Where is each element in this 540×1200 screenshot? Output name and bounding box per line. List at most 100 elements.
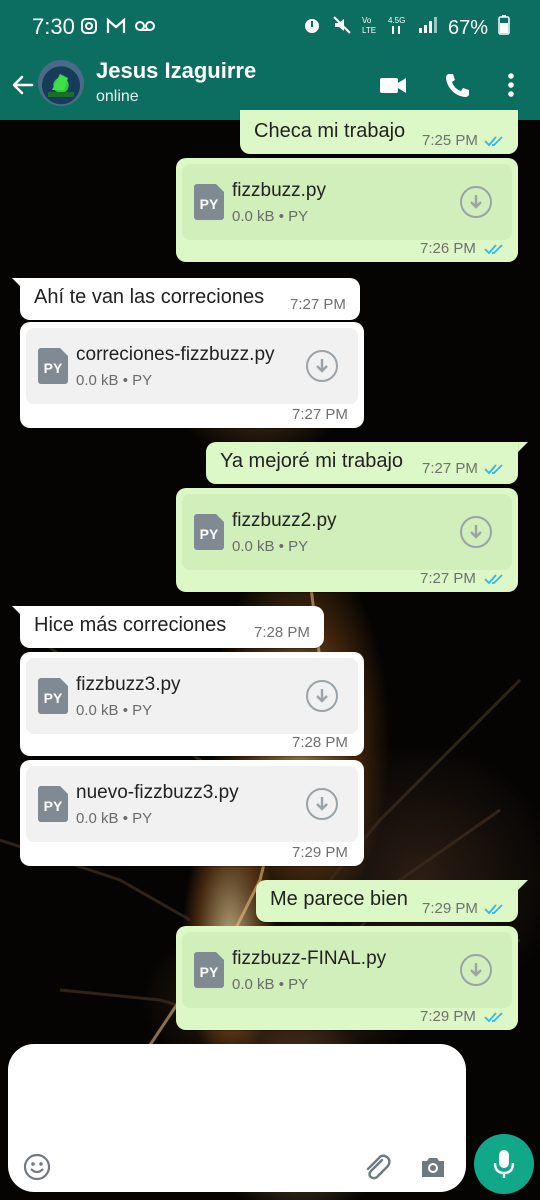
message-bubble-outgoing[interactable]: Me parece bien 7:29 PM	[256, 880, 518, 922]
paperclip-icon[interactable]	[360, 1150, 392, 1182]
file-size: 0.0 kB	[76, 810, 119, 827]
message-time: 7:29 PM	[422, 900, 478, 917]
meta-separator: •	[122, 810, 128, 827]
double-check-read-icon	[484, 464, 503, 475]
message-text: Checa mi trabajo	[254, 120, 406, 142]
svg-text:4.5G: 4.5G	[388, 16, 405, 25]
meta-separator: •	[278, 976, 284, 993]
message-input[interactable]	[8, 1044, 466, 1192]
file-ext: PY	[132, 810, 153, 827]
file-meta: 0.0 kB • PY	[76, 372, 152, 389]
file-message-incoming[interactable]: PY nuevo-fizzbuzz3.py 0.0 kB • PY 7:29 P…	[20, 760, 364, 866]
emoji-icon[interactable]	[22, 1152, 52, 1182]
file-attachment[interactable]: PY fizzbuzz-FINAL.py 0.0 kB • PY	[182, 932, 512, 1008]
file-attachment[interactable]: PY nuevo-fizzbuzz3.py 0.0 kB • PY	[26, 766, 358, 842]
message-time: 7:29 PM	[420, 1008, 476, 1025]
status-notification-icons	[80, 17, 156, 40]
file-attachment[interactable]: PY fizzbuzz3.py 0.0 kB • PY	[26, 658, 358, 734]
message-bubble-outgoing[interactable]: Checa mi trabajo 7:25 PM	[240, 110, 518, 154]
camera-icon[interactable]	[418, 1152, 448, 1182]
volte-icon: Vo LTE	[362, 14, 378, 42]
double-check-read-icon	[484, 574, 503, 585]
voicemail-icon	[134, 17, 156, 40]
message-time: 7:27 PM	[422, 460, 478, 477]
file-message-incoming[interactable]: PY correciones-fizzbuzz.py 0.0 kB • PY 7…	[20, 322, 364, 428]
more-vert-icon[interactable]	[496, 70, 526, 100]
file-size: 0.0 kB	[232, 208, 275, 225]
message-time: 7:29 PM	[292, 844, 348, 861]
double-check-read-icon	[484, 136, 503, 147]
status-time: 7:30	[32, 14, 75, 39]
file-size: 0.0 kB	[76, 372, 119, 389]
download-icon[interactable]	[460, 954, 492, 986]
message-bubble-incoming[interactable]: Hice más correciones 7:28 PM	[20, 606, 324, 648]
download-icon[interactable]	[460, 516, 492, 548]
message-time: 7:27 PM	[420, 570, 476, 587]
file-ext: PY	[288, 208, 309, 225]
status-bar: 7:30 Vo LTE 4.5G 67%	[0, 0, 540, 52]
download-icon[interactable]	[460, 186, 492, 218]
double-check-read-icon	[484, 1012, 503, 1023]
py-file-icon: PY	[194, 184, 224, 220]
file-meta: 0.0 kB • PY	[232, 976, 308, 993]
py-file-icon: PY	[194, 514, 224, 550]
message-text: Me parece bien	[270, 888, 408, 910]
video-call-icon[interactable]	[378, 70, 408, 100]
file-name: fizzbuzz-FINAL.py	[232, 948, 387, 969]
file-ext: PY	[132, 702, 153, 719]
file-size: 0.0 kB	[232, 538, 275, 555]
file-name: fizzbuzz.py	[232, 180, 326, 201]
avatar[interactable]	[38, 60, 84, 106]
message-time: 7:25 PM	[422, 132, 478, 149]
file-message-outgoing[interactable]: PY fizzbuzz-FINAL.py 0.0 kB • PY 7:29 PM	[176, 926, 518, 1030]
meta-separator: •	[122, 702, 128, 719]
alarm-icon	[302, 15, 322, 41]
file-meta: 0.0 kB • PY	[232, 538, 308, 555]
file-message-incoming[interactable]: PY fizzbuzz3.py 0.0 kB • PY 7:28 PM	[20, 652, 364, 756]
download-icon[interactable]	[306, 350, 338, 382]
file-size: 0.0 kB	[76, 702, 119, 719]
file-ext: PY	[288, 976, 309, 993]
message-text: Ya mejoré mi trabajo	[220, 450, 404, 472]
file-attachment[interactable]: PY fizzbuzz.py 0.0 kB • PY	[182, 164, 512, 240]
phone-call-icon[interactable]	[442, 70, 472, 100]
svg-text:LTE: LTE	[362, 26, 376, 35]
file-ext: PY	[132, 372, 153, 389]
message-text: Ahí te van las correciones	[34, 286, 265, 308]
signal-icon	[418, 16, 438, 40]
gmail-icon	[106, 17, 126, 40]
file-size: 0.0 kB	[232, 976, 275, 993]
file-name: fizzbuzz2.py	[232, 510, 337, 531]
file-attachment[interactable]: PY correciones-fizzbuzz.py 0.0 kB • PY	[26, 328, 358, 404]
file-meta: 0.0 kB • PY	[76, 702, 152, 719]
message-time: 7:27 PM	[290, 296, 346, 313]
battery-icon	[498, 15, 510, 41]
battery-percent: 67%	[447, 16, 488, 39]
py-file-icon: PY	[38, 678, 68, 714]
message-time: 7:26 PM	[420, 240, 476, 257]
message-bubble-incoming[interactable]: Ahí te van las correciones 7:27 PM	[20, 278, 360, 320]
back-arrow-icon[interactable]	[10, 72, 36, 98]
mute-icon	[332, 15, 352, 41]
file-attachment[interactable]: PY fizzbuzz2.py 0.0 kB • PY	[182, 494, 512, 570]
file-meta: 0.0 kB • PY	[76, 810, 152, 827]
file-message-outgoing[interactable]: PY fizzbuzz.py 0.0 kB • PY 7:26 PM	[176, 158, 518, 262]
download-icon[interactable]	[306, 680, 338, 712]
meta-separator: •	[278, 538, 284, 555]
file-message-outgoing[interactable]: PY fizzbuzz2.py 0.0 kB • PY 7:27 PM	[176, 488, 518, 592]
message-bubble-outgoing[interactable]: Ya mejoré mi trabajo 7:27 PM	[206, 442, 518, 484]
download-icon[interactable]	[306, 788, 338, 820]
mic-button[interactable]	[474, 1134, 534, 1194]
status-right-icons: Vo LTE 4.5G 67%	[302, 14, 510, 42]
message-time: 7:27 PM	[292, 406, 348, 423]
py-file-icon: PY	[38, 348, 68, 384]
instagram-icon	[80, 17, 98, 40]
file-name: nuevo-fizzbuzz3.py	[76, 782, 239, 803]
message-text: Hice más correciones	[34, 614, 227, 636]
file-name: correciones-fizzbuzz.py	[76, 344, 275, 365]
file-ext: PY	[288, 538, 309, 555]
mic-icon	[493, 1150, 515, 1178]
file-name: fizzbuzz3.py	[76, 674, 181, 695]
double-check-read-icon	[484, 904, 503, 915]
contact-name[interactable]: Jesus Izaguirre	[96, 58, 256, 84]
